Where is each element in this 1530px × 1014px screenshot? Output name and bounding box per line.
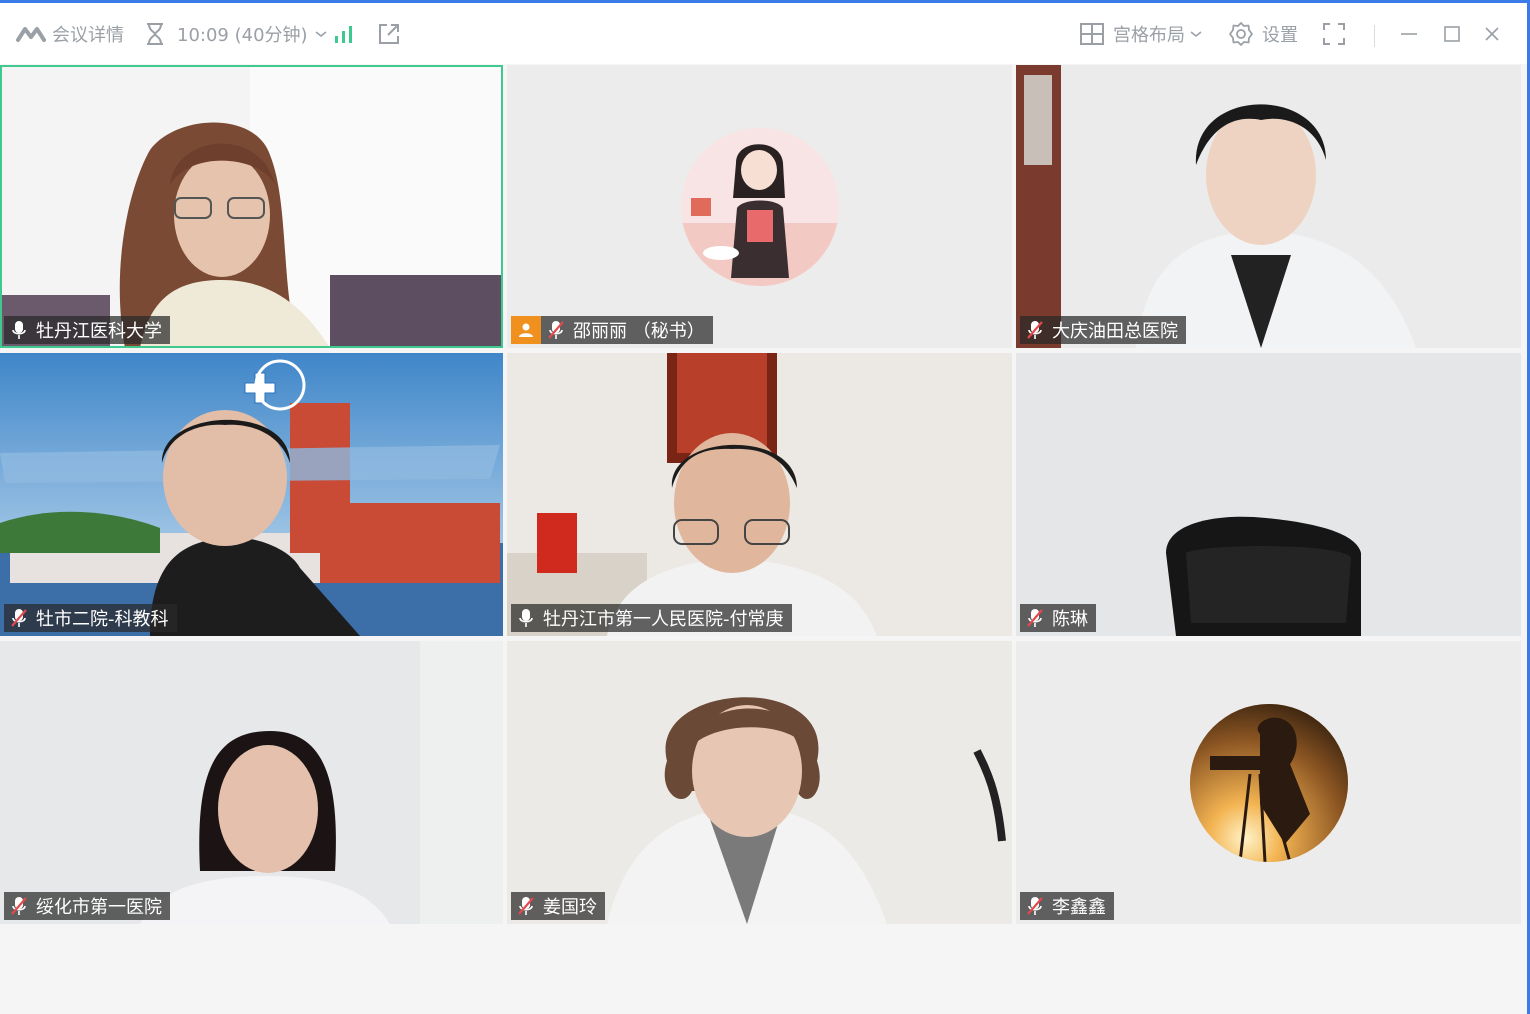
user-icon [519,323,533,337]
host-badge [511,316,541,344]
meeting-details-label: 会议详情 [52,24,124,46]
close-icon [1485,26,1499,41]
muted-microphone-icon [8,607,30,629]
muted-microphone-icon [545,319,567,341]
participant-name: 姜国玲 [543,897,597,918]
toolbar-divider [1374,25,1375,47]
muted-microphone-icon [1024,895,1046,917]
participant-name-tag: 李鑫鑫 [1020,892,1114,920]
video-tile[interactable]: 绥化市第一医院 [0,641,503,924]
meeting-timer-text: 10:09 (40分钟) [177,24,308,46]
participant-video [1016,353,1521,636]
video-tile[interactable]: 邵丽丽 （秘书） [507,65,1012,348]
video-tile[interactable]: 李鑫鑫 [1016,641,1521,924]
fullscreen-icon [1323,22,1345,45]
microphone-icon [515,607,537,629]
participant-name: 牡市二院-科教科 [36,609,169,630]
tencent-meeting-logo-icon [16,26,46,42]
avatar [681,128,839,286]
grid-layout-label: 宫格布局 [1113,24,1185,46]
meeting-bottom-area [0,925,1527,1014]
close-window-button[interactable] [1482,3,1502,64]
participant-name: 牡丹江医科大学 [36,321,162,342]
participant-name: 大庆油田总医院 [1052,321,1178,342]
participant-name-tag: 牡市二院-科教科 [4,604,177,632]
participant-name: 牡丹江市第一人民医院-付常庚 [543,609,784,630]
minimize-icon [1401,32,1417,35]
chevron-down-icon [315,30,327,37]
chevron-down-icon [1190,30,1202,37]
signal-bars-icon [335,25,352,43]
participant-video [507,641,1012,924]
grid-layout-icon [1080,22,1104,45]
video-tile[interactable]: 姜国玲 [507,641,1012,924]
settings-button[interactable]: 设置 [1229,3,1298,64]
participant-name-tag: 大庆油田总医院 [1020,316,1186,344]
participant-video [507,353,1012,636]
video-tile[interactable]: 陈琳 [1016,353,1521,636]
participant-name: 绥化市第一医院 [36,897,162,918]
participant-name-tag: 姜国玲 [511,892,605,920]
network-signal-button[interactable] [334,3,354,64]
participant-video [0,353,503,636]
video-tile[interactable]: 牡市二院-科教科 [0,353,503,636]
muted-microphone-icon [515,895,537,917]
gear-icon [1229,21,1253,46]
participant-name-tag: 牡丹江医科大学 [4,316,170,344]
minimize-button[interactable] [1399,3,1419,64]
participant-name-tag: 绥化市第一医院 [4,892,170,920]
maximize-button[interactable] [1442,3,1462,64]
avatar [1190,704,1348,862]
video-tile[interactable]: 牡丹江市第一人民医院-付常庚 [507,353,1012,636]
participant-video [0,65,503,348]
muted-microphone-icon [1024,319,1046,341]
hourglass-icon [147,22,163,45]
video-tile[interactable]: 大庆油田总医院 [1016,65,1521,348]
fullscreen-button[interactable] [1322,3,1346,64]
participant-name: 陈琳 [1052,609,1088,630]
meeting-toolbar: 会议详情 10:09 (40分钟) 宫格布局 设置 [0,3,1527,64]
grid-layout-button[interactable]: 宫格布局 [1080,3,1203,64]
participant-name-tag: 陈琳 [1020,604,1096,632]
participant-name-tag: 邵丽丽 （秘书） [511,316,713,344]
participant-video [0,641,503,924]
muted-microphone-icon [8,895,30,917]
maximize-icon [1444,25,1460,42]
video-tile[interactable]: 牡丹江医科大学 [0,65,503,348]
participant-name-tag: 牡丹江市第一人民医院-付常庚 [511,604,792,632]
participant-video [1016,65,1521,348]
meeting-details-button[interactable]: 会议详情 [16,3,124,64]
microphone-icon [8,319,30,341]
popout-button[interactable] [377,3,401,64]
muted-microphone-icon [1024,607,1046,629]
meeting-timer[interactable]: 10:09 (40分钟) [144,3,328,64]
participant-name: 李鑫鑫 [1052,897,1106,918]
settings-label: 设置 [1262,24,1298,46]
participant-name: 邵丽丽 （秘书） [573,321,705,342]
external-link-icon [379,23,399,44]
